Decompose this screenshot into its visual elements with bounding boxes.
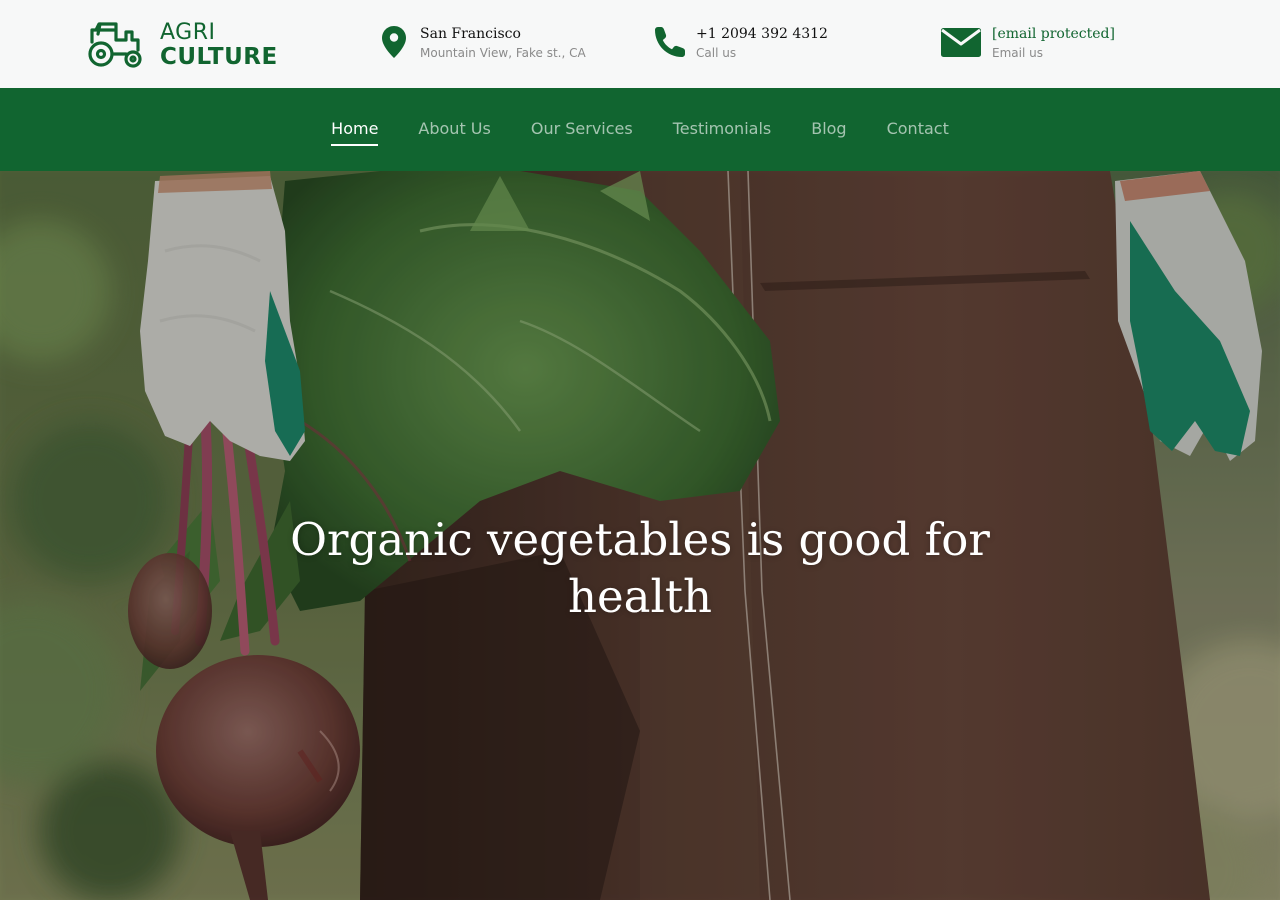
- nav-item-blog[interactable]: Blog: [811, 113, 846, 146]
- contact-phone-subtitle: Call us: [696, 46, 737, 60]
- map-pin-icon: [376, 24, 412, 60]
- brand-wordmark: AGRI CULTURE: [160, 19, 278, 70]
- tractor-icon: [88, 22, 142, 68]
- nav-item-our-services[interactable]: Our Services: [531, 113, 633, 146]
- contact-email-address[interactable]: [email protected]: [992, 24, 1115, 44]
- top-contact-bar: AGRI CULTURE San Francisco Mountain View…: [0, 0, 1280, 88]
- contact-phone-number[interactable]: +1 2094 392 4312: [696, 24, 828, 44]
- contact-location-title: San Francisco: [420, 26, 521, 42]
- nav-link-contact[interactable]: Contact: [887, 113, 949, 146]
- envelope-icon: [938, 24, 984, 60]
- contact-email[interactable]: [email protected] Email us: [938, 24, 1115, 62]
- contact-email-subtitle: Email us: [992, 46, 1043, 60]
- hero-title: Organic vegetables is good for health: [290, 513, 990, 623]
- contact-phone[interactable]: +1 2094 392 4312 Call us: [652, 24, 828, 62]
- brand-line-2: CULTURE: [160, 43, 278, 70]
- phone-icon: [652, 24, 688, 60]
- nav-item-home[interactable]: Home: [331, 113, 379, 146]
- contact-location: San Francisco Mountain View, Fake st., C…: [376, 24, 586, 62]
- nav-link-home[interactable]: Home: [331, 113, 378, 146]
- hero-section: Organic vegetables is good for health: [0, 171, 1280, 900]
- nav-item-contact[interactable]: Contact: [887, 113, 949, 146]
- nav-link-testimonials[interactable]: Testimonials: [673, 113, 772, 146]
- nav-item-about-us[interactable]: About Us: [418, 113, 490, 146]
- nav-link-about-us[interactable]: About Us: [418, 113, 490, 146]
- active-nav-underline: [331, 144, 379, 146]
- nav-link-blog[interactable]: Blog: [811, 113, 846, 146]
- brand-line-1: AGRI: [160, 19, 216, 45]
- nav-list: Home About Us Our Services Testimonials …: [0, 88, 1280, 171]
- contact-location-subtitle: Mountain View, Fake st., CA: [420, 46, 586, 60]
- nav-item-testimonials[interactable]: Testimonials: [673, 113, 772, 146]
- nav-link-our-services[interactable]: Our Services: [531, 113, 633, 146]
- main-navigation: Home About Us Our Services Testimonials …: [0, 88, 1280, 171]
- brand-logo[interactable]: AGRI CULTURE: [86, 20, 278, 70]
